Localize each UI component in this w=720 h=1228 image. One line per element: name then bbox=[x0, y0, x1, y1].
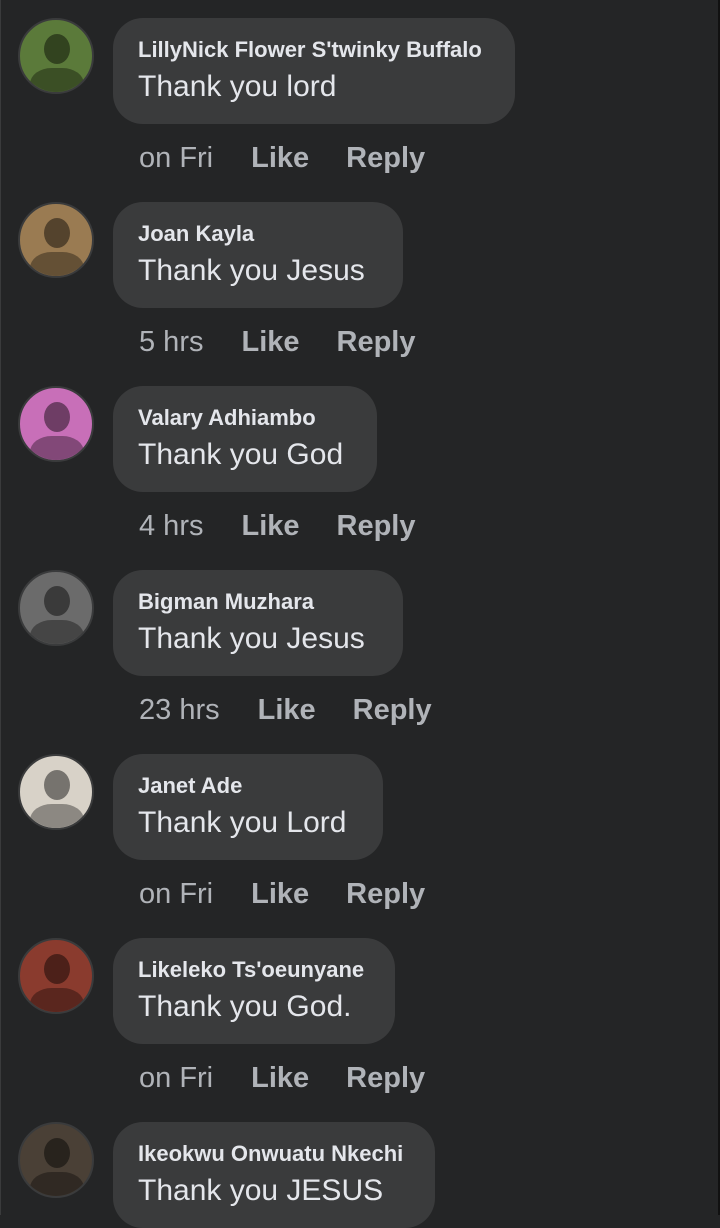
comment-text: Thank you Jesus bbox=[138, 622, 365, 655]
avatar-body-shape bbox=[30, 252, 84, 276]
comment-item: Janet Ade Thank you Lord on Fri Like Rep… bbox=[0, 754, 720, 938]
comment-bubble: Likeleko Ts'oeunyane Thank you God. bbox=[113, 938, 395, 1044]
comment-timestamp[interactable]: on Fri bbox=[139, 878, 213, 911]
like-button[interactable]: Like bbox=[241, 326, 299, 359]
avatar-body-shape bbox=[30, 988, 84, 1012]
comment-bubble: Joan Kayla Thank you Jesus bbox=[113, 202, 403, 308]
reply-button[interactable]: Reply bbox=[337, 326, 416, 359]
comment-author[interactable]: Janet Ade bbox=[138, 772, 357, 800]
comment-item: LillyNick Flower S'twinky Buffalo Thank … bbox=[0, 18, 720, 202]
comment-bubble: Janet Ade Thank you Lord bbox=[113, 754, 383, 860]
comment-timestamp[interactable]: on Fri bbox=[139, 142, 213, 175]
avatar-face-shape bbox=[44, 34, 70, 64]
like-button[interactable]: Like bbox=[258, 694, 316, 727]
comment-actions: on Fri Like Reply bbox=[139, 138, 425, 178]
comment-item: Ikeokwu Onwuatu Nkechi Thank you JESUS bbox=[0, 1122, 720, 1228]
comment-timestamp[interactable]: 4 hrs bbox=[139, 510, 203, 543]
avatar[interactable] bbox=[18, 18, 94, 94]
avatar[interactable] bbox=[18, 570, 94, 646]
avatar-body-shape bbox=[30, 68, 84, 92]
avatar-face-shape bbox=[44, 586, 70, 616]
comment-item: Valary Adhiambo Thank you God 4 hrs Like… bbox=[0, 386, 720, 570]
avatar-face-shape bbox=[44, 770, 70, 800]
comment-text: Thank you God. bbox=[138, 990, 352, 1023]
reply-button[interactable]: Reply bbox=[346, 878, 425, 911]
avatar[interactable] bbox=[18, 1122, 94, 1198]
comment-item: Joan Kayla Thank you Jesus 5 hrs Like Re… bbox=[0, 202, 720, 386]
comment-text: Thank you God bbox=[138, 438, 344, 471]
comment-actions: 5 hrs Like Reply bbox=[139, 322, 416, 362]
avatar[interactable] bbox=[18, 754, 94, 830]
reply-button[interactable]: Reply bbox=[353, 694, 432, 727]
comment-actions: 23 hrs Like Reply bbox=[139, 690, 432, 730]
comment-author[interactable]: Valary Adhiambo bbox=[138, 404, 351, 432]
avatar-body-shape bbox=[30, 620, 84, 644]
avatar-body-shape bbox=[30, 1172, 84, 1196]
comment-bubble: Valary Adhiambo Thank you God bbox=[113, 386, 377, 492]
avatar-face-shape bbox=[44, 218, 70, 248]
reply-button[interactable]: Reply bbox=[337, 510, 416, 543]
reply-button[interactable]: Reply bbox=[346, 142, 425, 175]
avatar-face-shape bbox=[44, 1138, 70, 1168]
avatar[interactable] bbox=[18, 202, 94, 278]
comment-actions: on Fri Like Reply bbox=[139, 874, 425, 914]
comment-text: Thank you Jesus bbox=[138, 254, 365, 287]
avatar[interactable] bbox=[18, 386, 94, 462]
comment-timestamp[interactable]: 23 hrs bbox=[139, 694, 220, 727]
comment-bubble: Bigman Muzhara Thank you Jesus bbox=[113, 570, 403, 676]
comment-timestamp[interactable]: on Fri bbox=[139, 1062, 213, 1095]
comment-author[interactable]: Bigman Muzhara bbox=[138, 588, 377, 616]
comment-actions: 4 hrs Like Reply bbox=[139, 506, 416, 546]
like-button[interactable]: Like bbox=[251, 1062, 309, 1095]
comment-item: Likeleko Ts'oeunyane Thank you God. on F… bbox=[0, 938, 720, 1122]
comment-text: Thank you Lord bbox=[138, 806, 347, 839]
comment-item: Bigman Muzhara Thank you Jesus 23 hrs Li… bbox=[0, 570, 720, 754]
comment-bubble: Ikeokwu Onwuatu Nkechi Thank you JESUS bbox=[113, 1122, 435, 1228]
comment-bubble: LillyNick Flower S'twinky Buffalo Thank … bbox=[113, 18, 515, 124]
comment-text: Thank you JESUS bbox=[138, 1174, 384, 1207]
like-button[interactable]: Like bbox=[251, 878, 309, 911]
comment-actions: on Fri Like Reply bbox=[139, 1058, 425, 1098]
avatar-face-shape bbox=[44, 954, 70, 984]
comment-author[interactable]: Joan Kayla bbox=[138, 220, 377, 248]
comment-author[interactable]: Ikeokwu Onwuatu Nkechi bbox=[138, 1140, 409, 1168]
comment-text: Thank you lord bbox=[138, 70, 337, 103]
comment-timestamp[interactable]: 5 hrs bbox=[139, 326, 203, 359]
comment-author[interactable]: Likeleko Ts'oeunyane bbox=[138, 956, 369, 984]
avatar-face-shape bbox=[44, 402, 70, 432]
avatar-body-shape bbox=[30, 436, 84, 460]
avatar[interactable] bbox=[18, 938, 94, 1014]
like-button[interactable]: Like bbox=[251, 142, 309, 175]
comment-author[interactable]: LillyNick Flower S'twinky Buffalo bbox=[138, 36, 489, 64]
reply-button[interactable]: Reply bbox=[346, 1062, 425, 1095]
avatar-body-shape bbox=[30, 804, 84, 828]
like-button[interactable]: Like bbox=[241, 510, 299, 543]
